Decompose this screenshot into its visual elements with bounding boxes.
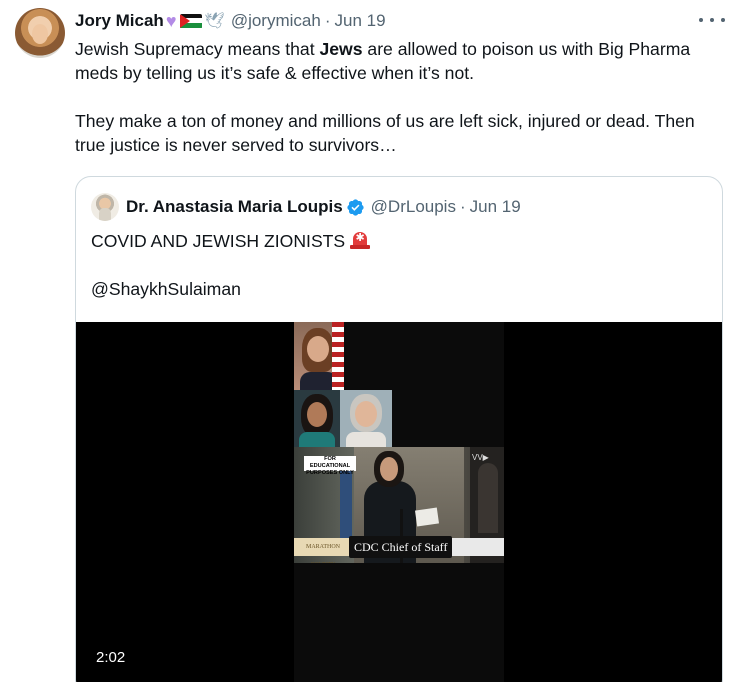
palestine-flag-icon [179, 13, 202, 29]
video-caption: CDC Chief of Staff [349, 536, 453, 558]
portrait-woman-1 [294, 322, 344, 390]
video-frame: FOR EDUCATIONAL PURPOSES ONLY VV▶ MARATH… [294, 322, 504, 682]
video-scene-speaker: FOR EDUCATIONAL PURPOSES ONLY VV▶ MARATH… [294, 447, 504, 563]
tweet[interactable]: Jory Micah ♥ 🕊 @jorymicah · Jun 19 Jewis… [0, 0, 736, 682]
police-light-icon: ✱ [349, 230, 371, 250]
brand-label: MARATHON COUNTY [294, 538, 352, 563]
quoted-text-line: COVID AND JEWISH ZIONISTS ✱ [91, 229, 371, 253]
separator-dot: · [459, 197, 466, 216]
author-avatar[interactable] [15, 8, 65, 58]
tweet-header: Jory Micah ♥ 🕊 @jorymicah · Jun 19 [75, 10, 386, 32]
quoted-tweet[interactable]: Dr. Anastasia Maria Loupis @DrLoupis · J… [75, 176, 723, 682]
tweet-date[interactable]: Jun 19 [334, 11, 385, 31]
tweet-text: Jewish Supremacy means that Jews are all… [75, 37, 725, 157]
purple-heart-icon: ♥ [165, 11, 177, 31]
tweet-paragraph-1: Jewish Supremacy means that Jews are all… [75, 39, 691, 83]
mention-link[interactable]: @ShaykhSulaiman [91, 277, 371, 301]
tweet-paragraph-2: They make a ton of money and millions of… [75, 111, 695, 155]
quoted-author-name[interactable]: Dr. Anastasia Maria Loupis [126, 197, 343, 217]
author-handle[interactable]: @jorymicah [231, 11, 321, 31]
verified-badge-icon [347, 198, 364, 216]
video-player[interactable]: FOR EDUCATIONAL PURPOSES ONLY VV▶ MARATH… [76, 322, 722, 682]
quoted-tweet-header: Dr. Anastasia Maria Loupis @DrLoupis · J… [91, 193, 521, 221]
bold-word: Jews [319, 39, 363, 59]
author-emojis: ♥ 🕊 [166, 11, 225, 31]
portrait-woman-3 [340, 390, 392, 447]
quoted-author-avatar[interactable] [91, 193, 119, 221]
educational-label: FOR EDUCATIONAL PURPOSES ONLY [304, 456, 356, 476]
quoted-author-handle[interactable]: @DrLoupis [371, 197, 456, 217]
dove-icon: 🕊 [204, 13, 225, 30]
watermark-icon: VV▶ [472, 453, 489, 462]
author-name[interactable]: Jory Micah [75, 11, 164, 31]
portrait-woman-2 [294, 390, 340, 447]
more-options-icon[interactable] [699, 12, 725, 28]
video-duration: 2:02 [96, 649, 126, 666]
quoted-tweet-text: COVID AND JEWISH ZIONISTS ✱ @ShaykhSulaim… [91, 229, 371, 301]
separator-dot: · [324, 11, 331, 30]
quoted-tweet-date[interactable]: Jun 19 [470, 197, 521, 217]
